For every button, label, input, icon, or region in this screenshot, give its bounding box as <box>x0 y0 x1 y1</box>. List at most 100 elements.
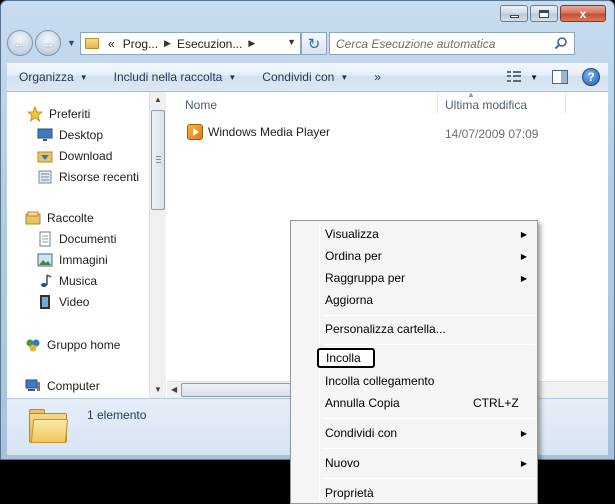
more-commands-button[interactable]: » <box>374 70 381 84</box>
nav-libraries-label: Raccolte <box>47 211 94 225</box>
menu-item-sort-by[interactable]: Ordina per ▶ <box>325 246 527 266</box>
nav-download[interactable]: Download <box>37 148 112 164</box>
include-in-library-label: Includi nella raccolta <box>113 70 223 84</box>
menu-item-label: Proprietà <box>325 486 374 500</box>
column-divider[interactable] <box>437 92 438 114</box>
menu-item-label: Raggruppa per <box>325 271 406 285</box>
nav-download-label: Download <box>59 149 113 163</box>
breadcrumb-arrow-icon[interactable]: ▶ <box>162 38 173 49</box>
menu-item-label: Aggiorna <box>325 293 374 307</box>
menu-item-properties[interactable]: Proprietà <box>325 483 527 503</box>
menu-item-paste-shortcut[interactable]: Incolla collegamento <box>325 371 527 391</box>
menu-item-undo-copy[interactable]: Annulla Copia CTRL+Z <box>325 393 527 413</box>
include-in-library-button[interactable]: Includi nella raccolta ▼ <box>114 70 237 84</box>
menu-separator <box>323 315 535 316</box>
share-with-label: Condividi con <box>262 70 335 84</box>
close-button[interactable]: x <box>560 5 606 22</box>
navigation-pane: Preferiti Desktop Download Risorse recen… <box>7 92 166 398</box>
chevron-down-icon: ▼ <box>228 72 237 82</box>
address-bar[interactable]: « Prog... ▶ Esecuzion... ▶ ▼ <box>80 32 301 55</box>
minimize-icon <box>509 15 519 18</box>
scrollbar-thumb[interactable] <box>181 383 291 397</box>
minimize-button[interactable] <box>500 5 528 22</box>
column-date-modified[interactable]: Ultima modifica <box>445 98 527 112</box>
refresh-button[interactable]: ↻ <box>301 32 327 55</box>
menu-item-label: Ordina per <box>325 249 382 263</box>
more-commands-icon: » <box>374 70 381 84</box>
nav-videos[interactable]: Video <box>37 294 89 310</box>
nav-desktop[interactable]: Desktop <box>37 127 103 143</box>
scroll-up-icon[interactable]: ▲ <box>154 95 162 104</box>
maximize-icon <box>539 9 549 18</box>
share-with-button[interactable]: Condividi con ▼ <box>262 70 348 84</box>
nav-music[interactable]: Musica <box>37 273 97 289</box>
chevron-down-icon: ▼ <box>530 72 538 82</box>
column-name[interactable]: Nome <box>185 98 217 112</box>
download-folder-icon <box>37 148 53 164</box>
scroll-down-icon[interactable]: ▼ <box>154 385 162 394</box>
nav-libraries[interactable]: Raccolte <box>25 210 94 226</box>
nav-recent-places-label: Risorse recenti <box>59 170 140 184</box>
file-modified-date: 14/07/2009 07:09 <box>445 127 539 141</box>
chevron-down-icon: ▼ <box>340 72 349 82</box>
menu-item-share-with[interactable]: Condividi con ▶ <box>325 423 527 443</box>
breadcrumb-arrow-icon[interactable]: ▶ <box>246 38 257 49</box>
folder-icon <box>85 38 99 49</box>
menu-item-view[interactable]: Visualizza ▶ <box>325 224 527 244</box>
breadcrumb-startup[interactable]: Esecuzion... <box>173 37 246 51</box>
maximize-button[interactable] <box>530 5 558 22</box>
change-view-button[interactable]: ▼ <box>507 71 538 83</box>
menu-separator <box>323 418 535 419</box>
desktop-icon <box>37 127 53 143</box>
menu-item-paste[interactable]: Incolla <box>317 348 375 368</box>
nav-music-label: Musica <box>59 274 98 288</box>
recent-pages-dropdown[interactable]: ▼ <box>67 38 76 48</box>
search-input[interactable] <box>336 36 546 51</box>
menu-item-group-by[interactable]: Raggruppa per ▶ <box>325 268 527 288</box>
nav-homegroup[interactable]: Gruppo home <box>25 337 120 353</box>
back-button[interactable]: ← <box>7 30 33 56</box>
documents-icon <box>37 231 53 247</box>
nav-documents-label: Documenti <box>59 232 117 246</box>
submenu-arrow-icon: ▶ <box>520 251 527 261</box>
menu-item-new[interactable]: Nuovo ▶ <box>325 453 527 473</box>
help-icon[interactable]: ? <box>582 68 600 86</box>
forward-button[interactable]: → <box>35 30 61 56</box>
nav-computer[interactable]: Computer <box>25 378 100 394</box>
nav-pictures-label: Immagini <box>59 253 108 267</box>
scroll-left-icon[interactable]: ◀ <box>171 385 177 394</box>
forward-arrow-icon: → <box>41 35 55 51</box>
window-controls: x <box>500 5 606 22</box>
menu-item-customize-folder[interactable]: Personalizza cartella... <box>325 319 527 339</box>
menu-item-label: Annulla Copia <box>325 396 400 410</box>
nav-favorites-label: Preferiti <box>49 107 91 121</box>
breadcrumb-overflow[interactable]: « <box>104 37 119 51</box>
menu-separator <box>323 448 535 449</box>
nav-pictures[interactable]: Immagini <box>37 252 108 268</box>
pictures-icon <box>37 252 53 268</box>
menu-separator <box>323 478 535 479</box>
nav-recent-places[interactable]: Risorse recenti <box>37 169 139 185</box>
column-divider[interactable] <box>565 92 566 114</box>
file-row[interactable]: Windows Media Player <box>187 124 330 140</box>
organize-button[interactable]: Organizza ▼ <box>19 70 88 84</box>
nav-pane-scrollbar[interactable]: ▲ ▼ <box>149 92 166 398</box>
search-icon[interactable] <box>554 36 568 50</box>
menu-item-label: Personalizza cartella... <box>325 322 446 336</box>
item-count: 1 elemento <box>87 408 147 422</box>
nav-documents[interactable]: Documenti <box>37 231 116 247</box>
preview-pane-icon[interactable] <box>552 70 568 84</box>
nav-favorites[interactable]: Preferiti <box>27 106 90 122</box>
media-player-shortcut-icon <box>187 124 203 140</box>
submenu-arrow-icon: ▶ <box>520 229 527 239</box>
organize-label: Organizza <box>19 70 74 84</box>
scrollbar-thumb[interactable] <box>151 110 165 210</box>
address-dropdown-icon[interactable]: ▼ <box>287 37 296 47</box>
libraries-icon <box>25 210 41 226</box>
menu-item-label: Condividi con <box>325 426 398 440</box>
command-bar-right: ▼ ? <box>507 68 600 86</box>
search-box[interactable] <box>329 32 575 55</box>
homegroup-icon <box>25 337 41 353</box>
breadcrumb-program-files[interactable]: Prog... <box>119 37 162 51</box>
menu-item-refresh[interactable]: Aggiorna <box>325 290 527 310</box>
